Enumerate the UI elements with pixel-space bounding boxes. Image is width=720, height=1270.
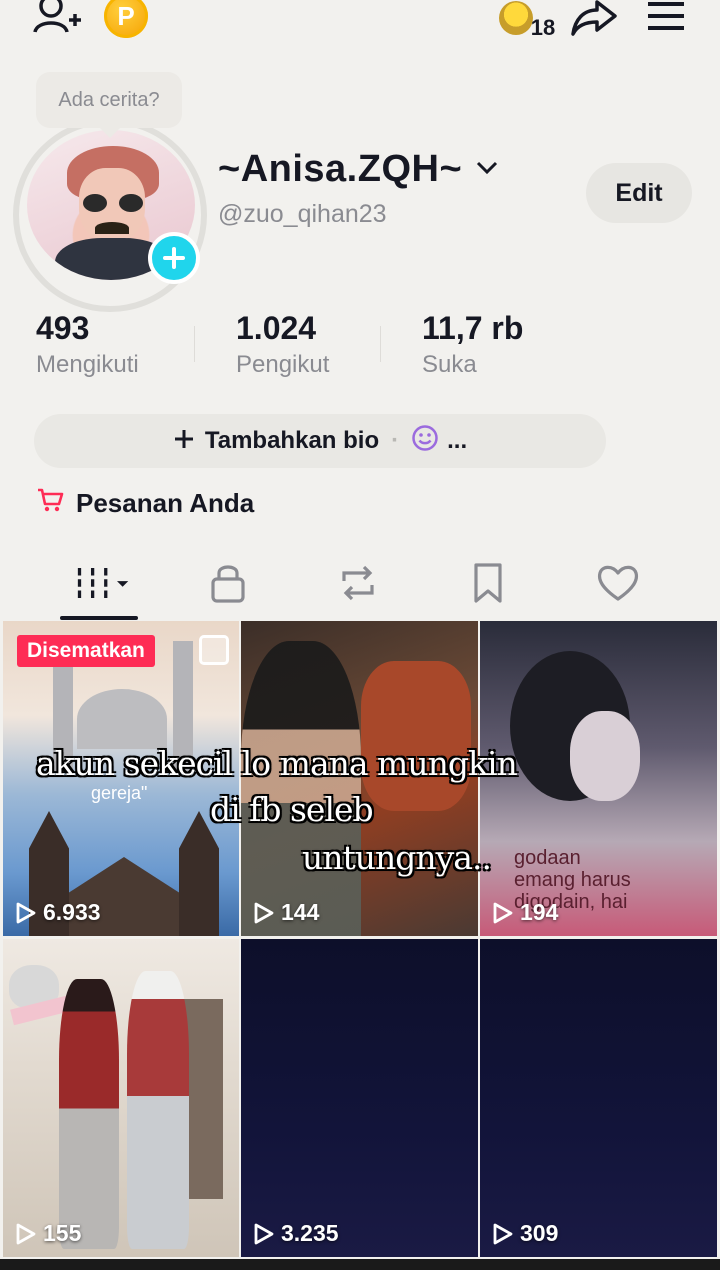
view-count-value: 144 bbox=[281, 899, 320, 925]
duck-avatar-icon bbox=[498, 1, 533, 35]
video-tile[interactable]: 155 bbox=[3, 939, 239, 1257]
play-icon bbox=[493, 1223, 513, 1244]
add-story-button[interactable] bbox=[148, 232, 200, 284]
video-tile[interactable]: 309 bbox=[480, 939, 717, 1257]
bookmark-icon bbox=[474, 563, 502, 603]
stat-following[interactable]: 493 Mengikuti bbox=[36, 310, 139, 379]
pinned-badge: Disematkan bbox=[17, 635, 155, 667]
play-icon bbox=[16, 1223, 36, 1244]
tab-favorites[interactable] bbox=[458, 558, 518, 608]
view-count-value: 155 bbox=[43, 1220, 82, 1246]
plus-icon bbox=[173, 424, 195, 458]
orders-label: Pesanan Anda bbox=[76, 488, 255, 518]
stat-label: Pengikut bbox=[236, 351, 330, 378]
person-figure bbox=[241, 641, 361, 936]
overlay-text-line: untungnya.. bbox=[302, 838, 492, 877]
chevron-down-icon[interactable] bbox=[475, 158, 499, 183]
add-bio-button[interactable]: Tambahkan bio · ... bbox=[34, 414, 606, 468]
cart-icon bbox=[36, 486, 64, 521]
view-count-value: 6.933 bbox=[43, 899, 101, 925]
edit-profile-button[interactable]: Edit bbox=[586, 163, 692, 223]
notification-count: 18 bbox=[530, 15, 556, 40]
username: @zuo_qihan23 bbox=[218, 200, 387, 228]
stat-value: 11,7 rb bbox=[422, 310, 524, 346]
person-figure bbox=[59, 979, 119, 1249]
stat-label: Mengikuti bbox=[36, 351, 139, 378]
divider bbox=[194, 326, 195, 362]
story-prompt-bubble[interactable]: Ada cerita? bbox=[36, 72, 182, 138]
add-bio-label: Tambahkan bio bbox=[204, 427, 380, 454]
play-icon bbox=[16, 902, 36, 923]
stat-value: 493 bbox=[36, 310, 90, 346]
share-icon[interactable] bbox=[570, 0, 618, 42]
play-icon bbox=[254, 1223, 274, 1244]
separator-dot: · bbox=[391, 427, 400, 454]
church-spire bbox=[179, 811, 219, 936]
view-count: 144 bbox=[253, 899, 319, 926]
view-count: 309 bbox=[492, 1220, 558, 1247]
view-count: 194 bbox=[492, 899, 558, 926]
orders-link[interactable]: Pesanan Anda bbox=[36, 486, 254, 521]
grid-icon bbox=[77, 568, 129, 598]
video-caption: gereja" bbox=[91, 783, 148, 803]
stat-followers[interactable]: 1.024 Pengikut bbox=[236, 310, 329, 379]
lock-icon bbox=[211, 565, 245, 603]
view-count: 3.235 bbox=[253, 1220, 339, 1247]
profile-tabs bbox=[0, 552, 720, 620]
tab-reposts[interactable] bbox=[328, 558, 388, 608]
plus-icon bbox=[163, 247, 185, 269]
person-figure bbox=[127, 971, 189, 1249]
view-count: 155 bbox=[15, 1220, 81, 1247]
view-count-value: 309 bbox=[520, 1220, 559, 1246]
view-count: 6.933 bbox=[15, 899, 101, 926]
tab-liked[interactable] bbox=[588, 558, 648, 608]
view-count-value: 194 bbox=[520, 899, 559, 925]
active-tab-indicator bbox=[60, 616, 138, 620]
coin-letter: P bbox=[117, 0, 135, 31]
heart-icon bbox=[597, 565, 639, 601]
overlay-text-line: di fb seleb bbox=[210, 790, 374, 829]
stat-value: 1.024 bbox=[236, 310, 317, 346]
story-prompt-text: Ada cerita? bbox=[58, 88, 160, 111]
tab-videos[interactable] bbox=[72, 558, 132, 608]
play-icon bbox=[254, 902, 274, 923]
view-count-value: 3.235 bbox=[281, 1220, 339, 1246]
smiley-icon bbox=[411, 424, 439, 459]
menu-icon[interactable] bbox=[644, 0, 688, 36]
coin-icon[interactable]: P bbox=[104, 0, 148, 38]
stat-label: Suka bbox=[422, 351, 477, 378]
multi-photo-icon bbox=[199, 635, 229, 665]
divider bbox=[380, 326, 381, 362]
video-tile[interactable]: 3.235 bbox=[241, 939, 478, 1257]
overlay-text-line: akun sekecil lo mana mungkin bbox=[36, 744, 518, 783]
add-friend-icon[interactable] bbox=[28, 0, 84, 42]
display-name[interactable]: ~Anisa.ZQH~ bbox=[218, 148, 462, 191]
next-row-strip bbox=[0, 1259, 720, 1270]
mosque-dome bbox=[77, 689, 167, 749]
more-ellipsis: ... bbox=[447, 427, 468, 454]
tab-private[interactable] bbox=[198, 558, 258, 608]
stat-likes[interactable]: 11,7 rb Suka bbox=[422, 310, 523, 379]
play-icon bbox=[493, 902, 513, 923]
person-face bbox=[570, 711, 640, 801]
chair-back bbox=[361, 661, 471, 811]
repost-icon bbox=[342, 565, 374, 601]
inbox-avatar-button[interactable]: 18 bbox=[494, 0, 560, 40]
